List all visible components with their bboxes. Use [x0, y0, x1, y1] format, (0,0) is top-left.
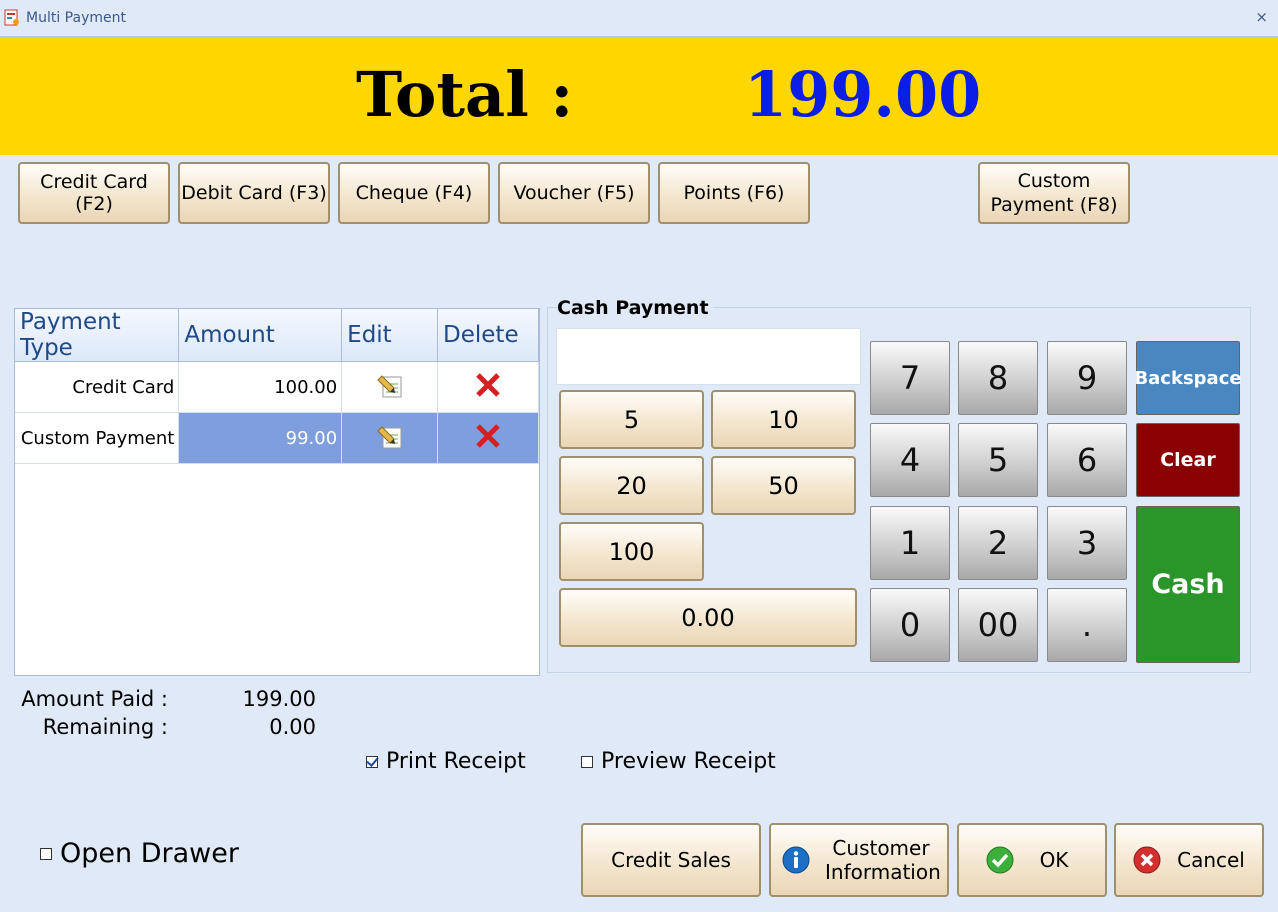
- payment-type-cell: Custom Payment: [15, 412, 180, 464]
- pencil-icon[interactable]: [375, 370, 405, 400]
- info-icon: [782, 846, 810, 874]
- preview-receipt-label: Preview Receipt: [601, 749, 776, 774]
- keypad-key-8[interactable]: 8: [958, 341, 1038, 415]
- customer-information-button[interactable]: Customer Information: [769, 823, 949, 897]
- delete-x-icon[interactable]: [473, 421, 503, 451]
- keypad-key-decimal[interactable]: .: [1047, 588, 1127, 662]
- total-value: 199.00: [744, 58, 982, 131]
- remaining-value: 0.00: [269, 715, 316, 739]
- keypad-key-6[interactable]: 6: [1047, 423, 1127, 497]
- preview-receipt-checkbox[interactable]: Preview Receipt: [581, 749, 776, 774]
- voucher-button[interactable]: Voucher (F5): [498, 162, 650, 224]
- quick-amount-10-button[interactable]: 10: [711, 390, 856, 449]
- customer-information-label: Customer Information: [825, 836, 941, 884]
- amount-cell: 100.00: [178, 361, 343, 413]
- remaining-label: Remaining :: [42, 715, 168, 739]
- table-row[interactable]: Custom Payment 99.00: [15, 412, 539, 464]
- print-receipt-label: Print Receipt: [386, 749, 526, 774]
- keypad-key-0[interactable]: 0: [870, 588, 950, 662]
- total-banner: Total : 199.00: [0, 37, 1278, 155]
- cash-amount-input[interactable]: [556, 328, 861, 385]
- custom-payment-button[interactable]: Custom Payment (F8): [978, 162, 1130, 224]
- keypad-key-5[interactable]: 5: [958, 423, 1038, 497]
- amount-paid-label: Amount Paid :: [21, 687, 168, 711]
- keypad-key-00[interactable]: 00: [958, 588, 1038, 662]
- ok-button[interactable]: OK: [957, 823, 1107, 897]
- pencil-icon[interactable]: [375, 421, 405, 451]
- checkbox-unchecked-icon[interactable]: [40, 847, 52, 860]
- keypad-key-9[interactable]: 9: [1047, 341, 1127, 415]
- open-drawer-checkbox[interactable]: Open Drawer: [40, 838, 239, 869]
- cheque-button[interactable]: Cheque (F4): [338, 162, 490, 224]
- quick-amount-20-button[interactable]: 20: [559, 456, 704, 515]
- payment-type-cell: Credit Card: [15, 361, 180, 413]
- keypad-key-3[interactable]: 3: [1047, 506, 1127, 580]
- keypad-key-7[interactable]: 7: [870, 341, 950, 415]
- payments-grid: Payment Type Amount Edit Delete Credit C…: [14, 308, 540, 676]
- window-title: Multi Payment: [26, 10, 126, 26]
- delete-x-icon[interactable]: [473, 370, 503, 400]
- table-row[interactable]: Credit Card 100.00: [15, 361, 539, 413]
- keypad-key-4[interactable]: 4: [870, 423, 950, 497]
- column-header-payment-type[interactable]: Payment Type: [15, 309, 180, 362]
- quick-amount-50-button[interactable]: 50: [711, 456, 856, 515]
- quick-amount-100-button[interactable]: 100: [559, 522, 704, 581]
- cancel-circle-icon: [1133, 846, 1161, 874]
- cancel-label: Cancel: [1177, 848, 1245, 872]
- ok-label: OK: [1039, 848, 1069, 872]
- debit-card-button[interactable]: Debit Card (F3): [178, 162, 330, 224]
- keypad-key-2[interactable]: 2: [958, 506, 1038, 580]
- backspace-button[interactable]: Backspace: [1134, 341, 1242, 415]
- app-icon: [4, 9, 19, 26]
- points-button[interactable]: Points (F6): [658, 162, 810, 224]
- quick-amount-5-button[interactable]: 5: [559, 390, 704, 449]
- amount-paid-value: 199.00: [242, 687, 316, 711]
- column-header-amount[interactable]: Amount: [178, 309, 343, 362]
- clear-button[interactable]: Clear: [1136, 423, 1240, 497]
- check-circle-icon: [986, 846, 1014, 874]
- credit-sales-button[interactable]: Credit Sales: [581, 823, 761, 897]
- close-icon[interactable]: ×: [1255, 8, 1268, 26]
- open-drawer-label: Open Drawer: [60, 838, 239, 869]
- credit-card-button[interactable]: Credit Card (F2): [18, 162, 170, 224]
- checkbox-unchecked-icon[interactable]: [581, 755, 593, 768]
- total-label: Total :: [356, 58, 574, 131]
- title-bar: Multi Payment ×: [0, 0, 1278, 37]
- column-header-edit[interactable]: Edit: [341, 309, 439, 362]
- amount-cell: 99.00: [178, 412, 343, 464]
- checkbox-checked-icon[interactable]: [366, 755, 378, 768]
- keypad-key-1[interactable]: 1: [870, 506, 950, 580]
- print-receipt-checkbox[interactable]: Print Receipt: [366, 749, 526, 774]
- cash-amount-display[interactable]: 0.00: [559, 588, 857, 647]
- cancel-button[interactable]: Cancel: [1114, 823, 1264, 897]
- cash-button[interactable]: Cash: [1136, 506, 1240, 663]
- column-header-delete[interactable]: Delete: [437, 309, 539, 362]
- cash-payment-title: Cash Payment: [557, 297, 713, 319]
